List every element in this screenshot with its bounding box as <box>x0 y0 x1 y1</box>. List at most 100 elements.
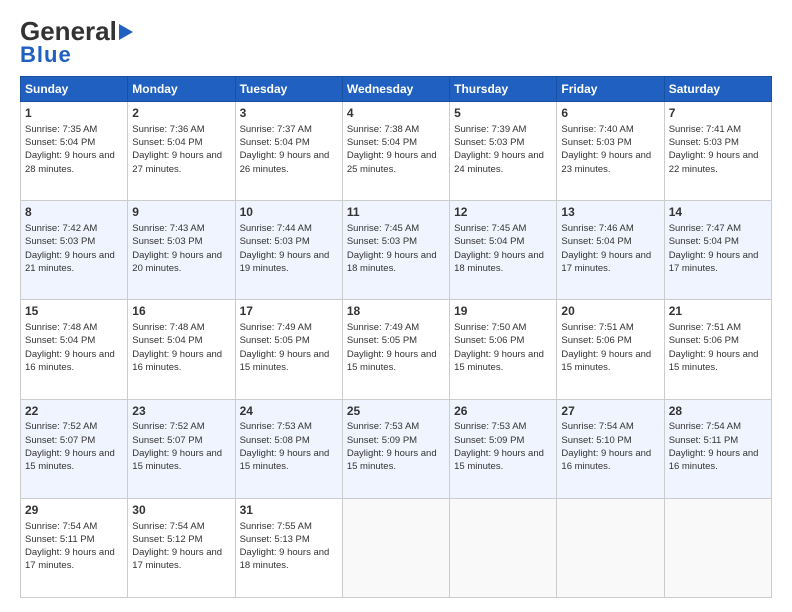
daylight-text: Daylight: 9 hours and 17 minutes. <box>25 546 123 573</box>
day-number: 16 <box>132 303 230 320</box>
sunset-text: Sunset: 5:04 PM <box>25 136 123 149</box>
daylight-text: Daylight: 9 hours and 23 minutes. <box>561 149 659 176</box>
day-number: 5 <box>454 105 552 122</box>
daylight-text: Daylight: 9 hours and 15 minutes. <box>454 348 552 375</box>
calendar-cell: 5Sunrise: 7:39 AMSunset: 5:03 PMDaylight… <box>450 102 557 201</box>
sunset-text: Sunset: 5:03 PM <box>454 136 552 149</box>
sunset-text: Sunset: 5:04 PM <box>347 136 445 149</box>
daylight-text: Daylight: 9 hours and 16 minutes. <box>25 348 123 375</box>
calendar-cell: 17Sunrise: 7:49 AMSunset: 5:05 PMDayligh… <box>235 300 342 399</box>
sunset-text: Sunset: 5:04 PM <box>132 334 230 347</box>
calendar-cell: 1Sunrise: 7:35 AMSunset: 5:04 PMDaylight… <box>21 102 128 201</box>
sunrise-text: Sunrise: 7:53 AM <box>454 420 552 433</box>
day-number: 31 <box>240 502 338 519</box>
calendar-week-row: 8Sunrise: 7:42 AMSunset: 5:03 PMDaylight… <box>21 201 772 300</box>
day-number: 26 <box>454 403 552 420</box>
sunrise-text: Sunrise: 7:52 AM <box>132 420 230 433</box>
calendar-week-row: 22Sunrise: 7:52 AMSunset: 5:07 PMDayligh… <box>21 399 772 498</box>
daylight-text: Daylight: 9 hours and 18 minutes. <box>347 249 445 276</box>
sunrise-text: Sunrise: 7:48 AM <box>25 321 123 334</box>
daylight-text: Daylight: 9 hours and 18 minutes. <box>454 249 552 276</box>
daylight-text: Daylight: 9 hours and 16 minutes. <box>669 447 767 474</box>
sunset-text: Sunset: 5:03 PM <box>132 235 230 248</box>
sunrise-text: Sunrise: 7:36 AM <box>132 123 230 136</box>
sunset-text: Sunset: 5:13 PM <box>240 533 338 546</box>
calendar-cell <box>342 498 449 597</box>
sunset-text: Sunset: 5:06 PM <box>454 334 552 347</box>
day-number: 30 <box>132 502 230 519</box>
calendar-body: 1Sunrise: 7:35 AMSunset: 5:04 PMDaylight… <box>21 102 772 598</box>
daylight-text: Daylight: 9 hours and 25 minutes. <box>347 149 445 176</box>
sunrise-text: Sunrise: 7:41 AM <box>669 123 767 136</box>
calendar-cell: 15Sunrise: 7:48 AMSunset: 5:04 PMDayligh… <box>21 300 128 399</box>
calendar-cell: 29Sunrise: 7:54 AMSunset: 5:11 PMDayligh… <box>21 498 128 597</box>
sunset-text: Sunset: 5:08 PM <box>240 434 338 447</box>
calendar-cell: 18Sunrise: 7:49 AMSunset: 5:05 PMDayligh… <box>342 300 449 399</box>
weekday-header: Tuesday <box>235 77 342 102</box>
day-number: 10 <box>240 204 338 221</box>
sunset-text: Sunset: 5:09 PM <box>454 434 552 447</box>
sunrise-text: Sunrise: 7:43 AM <box>132 222 230 235</box>
daylight-text: Daylight: 9 hours and 28 minutes. <box>25 149 123 176</box>
daylight-text: Daylight: 9 hours and 27 minutes. <box>132 149 230 176</box>
calendar-cell: 14Sunrise: 7:47 AMSunset: 5:04 PMDayligh… <box>664 201 771 300</box>
calendar-cell: 27Sunrise: 7:54 AMSunset: 5:10 PMDayligh… <box>557 399 664 498</box>
weekday-header: Sunday <box>21 77 128 102</box>
day-number: 12 <box>454 204 552 221</box>
calendar-table: SundayMondayTuesdayWednesdayThursdayFrid… <box>20 76 772 598</box>
sunrise-text: Sunrise: 7:35 AM <box>25 123 123 136</box>
day-number: 11 <box>347 204 445 221</box>
sunset-text: Sunset: 5:09 PM <box>347 434 445 447</box>
calendar-cell <box>557 498 664 597</box>
daylight-text: Daylight: 9 hours and 17 minutes. <box>561 249 659 276</box>
sunset-text: Sunset: 5:05 PM <box>240 334 338 347</box>
header: General Blue <box>20 18 772 66</box>
calendar-cell: 19Sunrise: 7:50 AMSunset: 5:06 PMDayligh… <box>450 300 557 399</box>
sunset-text: Sunset: 5:03 PM <box>669 136 767 149</box>
sunrise-text: Sunrise: 7:51 AM <box>669 321 767 334</box>
day-number: 23 <box>132 403 230 420</box>
calendar-week-row: 15Sunrise: 7:48 AMSunset: 5:04 PMDayligh… <box>21 300 772 399</box>
calendar-cell: 3Sunrise: 7:37 AMSunset: 5:04 PMDaylight… <box>235 102 342 201</box>
day-number: 29 <box>25 502 123 519</box>
calendar-cell: 6Sunrise: 7:40 AMSunset: 5:03 PMDaylight… <box>557 102 664 201</box>
sunset-text: Sunset: 5:06 PM <box>669 334 767 347</box>
sunrise-text: Sunrise: 7:37 AM <box>240 123 338 136</box>
calendar-cell: 20Sunrise: 7:51 AMSunset: 5:06 PMDayligh… <box>557 300 664 399</box>
day-number: 20 <box>561 303 659 320</box>
weekday-header: Saturday <box>664 77 771 102</box>
sunset-text: Sunset: 5:04 PM <box>25 334 123 347</box>
daylight-text: Daylight: 9 hours and 15 minutes. <box>240 348 338 375</box>
sunset-text: Sunset: 5:04 PM <box>561 235 659 248</box>
sunrise-text: Sunrise: 7:52 AM <box>25 420 123 433</box>
weekday-header: Wednesday <box>342 77 449 102</box>
day-number: 1 <box>25 105 123 122</box>
calendar-cell: 9Sunrise: 7:43 AMSunset: 5:03 PMDaylight… <box>128 201 235 300</box>
sunset-text: Sunset: 5:04 PM <box>132 136 230 149</box>
sunrise-text: Sunrise: 7:40 AM <box>561 123 659 136</box>
day-number: 6 <box>561 105 659 122</box>
weekday-header: Friday <box>557 77 664 102</box>
day-number: 8 <box>25 204 123 221</box>
calendar-cell: 28Sunrise: 7:54 AMSunset: 5:11 PMDayligh… <box>664 399 771 498</box>
sunrise-text: Sunrise: 7:49 AM <box>347 321 445 334</box>
day-number: 22 <box>25 403 123 420</box>
daylight-text: Daylight: 9 hours and 22 minutes. <box>669 149 767 176</box>
day-number: 14 <box>669 204 767 221</box>
sunrise-text: Sunrise: 7:47 AM <box>669 222 767 235</box>
sunrise-text: Sunrise: 7:54 AM <box>132 520 230 533</box>
calendar-cell: 10Sunrise: 7:44 AMSunset: 5:03 PMDayligh… <box>235 201 342 300</box>
logo-arrow-icon <box>119 24 133 40</box>
sunset-text: Sunset: 5:12 PM <box>132 533 230 546</box>
sunrise-text: Sunrise: 7:38 AM <box>347 123 445 136</box>
calendar-cell: 2Sunrise: 7:36 AMSunset: 5:04 PMDaylight… <box>128 102 235 201</box>
sunset-text: Sunset: 5:03 PM <box>561 136 659 149</box>
calendar-cell: 4Sunrise: 7:38 AMSunset: 5:04 PMDaylight… <box>342 102 449 201</box>
daylight-text: Daylight: 9 hours and 20 minutes. <box>132 249 230 276</box>
sunrise-text: Sunrise: 7:45 AM <box>347 222 445 235</box>
sunrise-text: Sunrise: 7:44 AM <box>240 222 338 235</box>
calendar-week-row: 29Sunrise: 7:54 AMSunset: 5:11 PMDayligh… <box>21 498 772 597</box>
sunset-text: Sunset: 5:07 PM <box>132 434 230 447</box>
sunset-text: Sunset: 5:06 PM <box>561 334 659 347</box>
logo: General Blue <box>20 18 133 66</box>
